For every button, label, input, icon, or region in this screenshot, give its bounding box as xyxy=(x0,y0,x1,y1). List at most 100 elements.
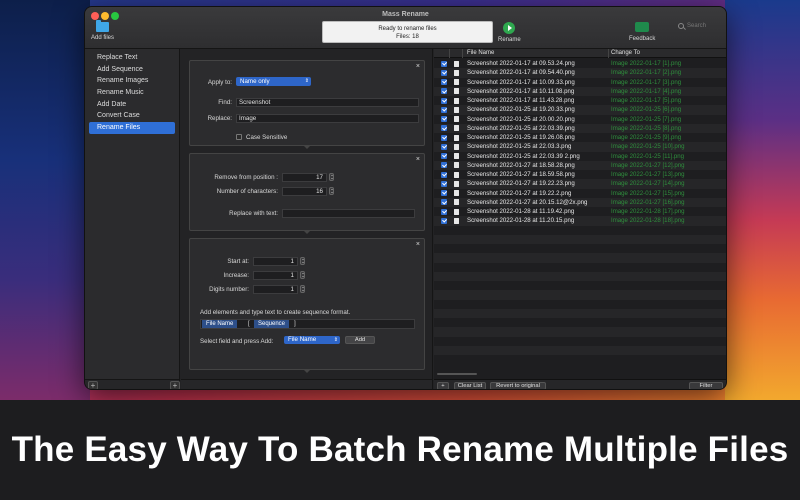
add-files-small-button[interactable]: + xyxy=(437,382,449,389)
table-row[interactable]: Screenshot 2022-01-27 at 19.22.2.png Imag… xyxy=(434,188,726,198)
close-icon[interactable]: × xyxy=(416,156,420,163)
file-icon xyxy=(454,199,459,206)
remove-from-stepper[interactable] xyxy=(329,173,334,181)
row-checkbox[interactable] xyxy=(441,153,447,159)
clear-list-button[interactable]: Clear List xyxy=(454,382,486,389)
table-row[interactable]: Screenshot 2022-01-25 at 20.00.20.png Ima… xyxy=(434,114,726,124)
revert-to-original-button[interactable]: Revert to original xyxy=(490,382,546,389)
table-row[interactable]: Screenshot 2022-01-25 at 19.26.08.png Ima… xyxy=(434,133,726,143)
row-checkbox[interactable] xyxy=(441,97,447,104)
row-checkbox[interactable] xyxy=(441,162,447,169)
column-header-change-to[interactable]: Change To xyxy=(611,50,640,56)
search-input[interactable]: Search xyxy=(678,23,706,29)
row-checkbox[interactable] xyxy=(441,88,447,95)
table-row[interactable]: Screenshot 2022-01-25 at 19.20.33.png Ima… xyxy=(434,105,726,115)
close-icon[interactable]: × xyxy=(416,63,420,70)
digits-number-stepper[interactable] xyxy=(300,285,305,293)
table-row[interactable]: Screenshot 2022-01-25 at 22.03.39 2.png I… xyxy=(434,151,726,161)
increase-field[interactable]: 1 xyxy=(253,271,298,280)
filter-button[interactable]: Filter xyxy=(689,382,723,389)
table-row[interactable]: Screenshot 2022-01-27 at 18.59.58.png Ima… xyxy=(434,170,726,180)
file-name-cell: Screenshot 2022-01-27 at 19.22.23.png xyxy=(467,180,575,188)
file-icon xyxy=(454,171,459,178)
file-name-token[interactable]: File Name xyxy=(202,320,238,328)
field-select[interactable]: File Name ⇕ xyxy=(284,336,340,344)
change-to-cell: Image 2022-01-25 [6].png xyxy=(611,106,682,114)
row-checkbox[interactable] xyxy=(441,60,447,67)
sidebar-item-rename-music[interactable]: Rename Music xyxy=(89,87,175,99)
rename-button[interactable]: Rename xyxy=(498,22,521,43)
table-row[interactable]: Screenshot 2022-01-17 at 11.43.28.png Ima… xyxy=(434,96,726,106)
file-icon xyxy=(454,208,459,215)
find-input[interactable]: Screenshot xyxy=(236,98,419,107)
sidebar-item-rename-files[interactable]: Rename Files xyxy=(89,122,175,134)
case-sensitive-checkbox[interactable] xyxy=(236,134,242,140)
replace-with-input[interactable] xyxy=(282,209,415,218)
row-checkbox[interactable] xyxy=(441,69,447,76)
table-row[interactable]: Screenshot 2022-01-17 at 09.53.24.png Ima… xyxy=(434,59,726,69)
sidebar-item-add-date[interactable]: Add Date xyxy=(89,99,175,111)
table-row[interactable]: Screenshot 2022-01-17 at 10.09.33.png Ima… xyxy=(434,77,726,87)
start-at-field[interactable]: 1 xyxy=(253,257,298,266)
file-name-cell: Screenshot 2022-01-25 at 20.00.20.png xyxy=(467,115,575,123)
sidebar-add-button[interactable]: + xyxy=(88,381,98,389)
table-row[interactable]: Screenshot 2022-01-28 at 11.20.15.png Ima… xyxy=(434,216,726,226)
row-checkbox[interactable] xyxy=(441,199,447,206)
row-checkbox[interactable] xyxy=(441,134,447,141)
sidebar: Replace Text Add Sequence Rename Images Ren… xyxy=(85,49,180,389)
add-files-button[interactable]: Add files xyxy=(91,20,114,41)
sidebar-item-convert-case[interactable]: Convert Case xyxy=(89,110,175,122)
row-checkbox[interactable] xyxy=(441,180,447,187)
feedback-button[interactable]: Feedback xyxy=(629,22,655,42)
promo-banner: The Easy Way To Batch Rename Multiple Fi… xyxy=(0,400,800,500)
table-row[interactable]: Screenshot 2022-01-25 at 22.03.39.png Ima… xyxy=(434,123,726,133)
row-checkbox[interactable] xyxy=(441,106,447,113)
row-checkbox[interactable] xyxy=(441,171,447,178)
file-icon xyxy=(454,125,459,132)
apply-to-label: Apply to: xyxy=(207,79,232,86)
close-icon[interactable]: × xyxy=(416,241,420,248)
file-name-cell: Screenshot 2022-01-17 at 11.43.28.png xyxy=(467,97,575,104)
table-row[interactable]: Screenshot 2022-01-17 at 09.54.40.png Ima… xyxy=(434,68,726,78)
change-to-cell: Image 2022-01-25 [9].png xyxy=(611,134,682,141)
row-checkbox[interactable] xyxy=(441,125,447,132)
row-checkbox[interactable] xyxy=(441,208,447,215)
increase-stepper[interactable] xyxy=(300,271,305,279)
row-checkbox[interactable] xyxy=(441,217,447,224)
empty-row xyxy=(434,355,726,365)
feedback-icon xyxy=(635,22,650,32)
row-checkbox[interactable] xyxy=(441,116,447,122)
replace-input[interactable]: Image xyxy=(236,114,419,123)
table-row[interactable]: Screenshot 2022-01-27 at 20.15.12@2x.png… xyxy=(434,197,726,207)
table-row[interactable]: Screenshot 2022-01-17 at 10.11.08.png Ima… xyxy=(434,86,726,96)
file-name-cell: Screenshot 2022-01-25 at 19.20.33.png xyxy=(467,106,575,114)
start-at-stepper[interactable] xyxy=(300,257,305,265)
column-separator xyxy=(462,49,463,58)
horizontal-scrollbar[interactable] xyxy=(437,373,477,375)
column-header-file-name[interactable]: File Name xyxy=(467,50,494,56)
number-of-chars-field[interactable]: 16 xyxy=(282,187,327,196)
sidebar-item-replace-text[interactable]: Replace Text xyxy=(89,52,175,64)
add-field-button[interactable]: Add xyxy=(345,336,375,344)
sequence-token[interactable]: Sequence xyxy=(254,320,290,328)
row-checkbox[interactable] xyxy=(441,190,447,196)
bracket-close: ] xyxy=(294,320,296,327)
table-row[interactable]: Screenshot 2022-01-28 at 11.19.42.png Ima… xyxy=(434,207,726,217)
row-checkbox[interactable] xyxy=(441,143,447,150)
sidebar-item-rename-images[interactable]: Rename Images xyxy=(89,75,175,87)
table-row[interactable]: Screenshot 2022-01-27 at 18.58.28.png Ima… xyxy=(434,160,726,170)
row-checkbox[interactable] xyxy=(441,79,447,85)
remove-from-field[interactable]: 17 xyxy=(282,173,327,182)
change-to-cell: Image 2022-01-27 [14].png xyxy=(611,180,685,188)
change-to-cell: Image 2022-01-25 [10].png xyxy=(611,143,685,151)
change-to-cell: Image 2022-01-28 [17].png xyxy=(611,208,685,215)
empty-row xyxy=(434,225,726,235)
digits-number-field[interactable]: 1 xyxy=(253,285,298,294)
sidebar-item-add-sequence[interactable]: Add Sequence xyxy=(89,64,175,76)
add-action-button[interactable]: + xyxy=(170,381,180,389)
apply-to-select[interactable]: Name only ⇕ xyxy=(236,77,311,86)
number-of-chars-stepper[interactable] xyxy=(329,187,334,195)
file-name-cell: Screenshot 2022-01-28 at 11.19.42.png xyxy=(467,208,575,215)
table-row[interactable]: Screenshot 2022-01-25 at 22.03.3.png Imag… xyxy=(434,142,726,152)
table-row[interactable]: Screenshot 2022-01-27 at 19.22.23.png Ima… xyxy=(434,179,726,189)
